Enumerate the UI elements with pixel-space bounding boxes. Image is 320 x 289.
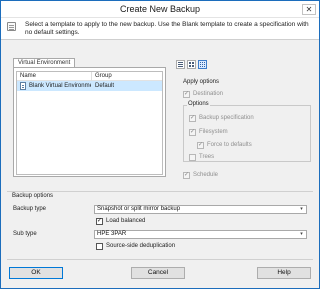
description-header: Select a template to apply to the new ba…: [1, 18, 319, 40]
backup-options-title: Backup options: [11, 193, 55, 199]
destination-label: Destination: [193, 91, 224, 97]
schedule-checkbox[interactable]: ✓: [183, 172, 190, 179]
template-tab-panel: Name Group Blank Virtual Environment Def…: [13, 67, 166, 177]
header-description: Select a template to apply to the new ba…: [25, 21, 309, 36]
source-side-dedup-label: Source-side deduplication: [106, 243, 176, 249]
close-icon[interactable]: ✕: [302, 4, 316, 15]
load-balanced-label: Load balanced: [106, 218, 146, 224]
filesystem-label: Filesystem: [199, 129, 228, 135]
dialog-title: Create New Backup: [119, 4, 201, 14]
create-new-backup-dialog: Create New Backup ✕ Select a template to…: [0, 0, 320, 289]
sub-type-dropdown[interactable]: HPE 3PAR ▾: [94, 230, 307, 239]
large-icons-view-icon[interactable]: [198, 60, 207, 69]
list-header: Name Group: [17, 72, 162, 81]
destination-checkbox[interactable]: ✓: [183, 91, 190, 98]
trees-checkbox[interactable]: [189, 154, 196, 161]
details-view-icon[interactable]: [176, 60, 185, 69]
force-to-defaults-label: Force to defaults: [207, 142, 252, 148]
column-divider[interactable]: [91, 72, 92, 81]
trees-label: Trees: [199, 154, 215, 160]
ok-button[interactable]: OK: [9, 267, 63, 279]
list-view-icon[interactable]: [187, 60, 196, 69]
column-header-group[interactable]: Group: [95, 72, 112, 80]
template-list[interactable]: Name Group Blank Virtual Environment Def…: [16, 71, 163, 175]
backup-specification-checkbox[interactable]: ✓: [189, 115, 196, 122]
sub-type-label: Sub type: [13, 231, 37, 237]
template-info-icon: [7, 22, 16, 31]
backup-specification-label: Backup specification: [199, 115, 254, 121]
cancel-button[interactable]: Cancel: [131, 267, 185, 279]
filesystem-checkbox[interactable]: ✓: [189, 129, 196, 136]
schedule-label: Schedule: [193, 172, 219, 178]
force-to-defaults-checkbox[interactable]: ✓: [197, 142, 204, 149]
backup-options-divider: [7, 191, 313, 192]
options-group-title: Options: [187, 101, 210, 107]
template-name: Blank Virtual Environment: [29, 83, 91, 89]
load-balanced-checkbox[interactable]: ✓: [96, 218, 103, 225]
backup-type-dropdown[interactable]: Snapshot or split mirror backup ▾: [94, 205, 307, 214]
chevron-down-icon[interactable]: ▾: [298, 206, 305, 213]
list-item[interactable]: Blank Virtual Environment Default: [17, 81, 162, 91]
source-side-dedup-checkbox[interactable]: [96, 243, 103, 250]
backup-type-value: Snapshot or split mirror backup: [97, 206, 181, 212]
button-row-divider: [7, 259, 313, 260]
apply-options-title: Apply options: [182, 79, 221, 85]
sub-type-value: HPE 3PAR: [97, 231, 127, 237]
help-button[interactable]: Help: [257, 267, 311, 279]
template-group: Default: [95, 83, 115, 89]
column-header-name[interactable]: Name: [20, 72, 36, 80]
chevron-down-icon[interactable]: ▾: [298, 231, 305, 238]
template-document-icon: [20, 82, 26, 90]
backup-type-label: Backup type: [13, 206, 47, 212]
title-bar: Create New Backup ✕: [1, 1, 319, 18]
